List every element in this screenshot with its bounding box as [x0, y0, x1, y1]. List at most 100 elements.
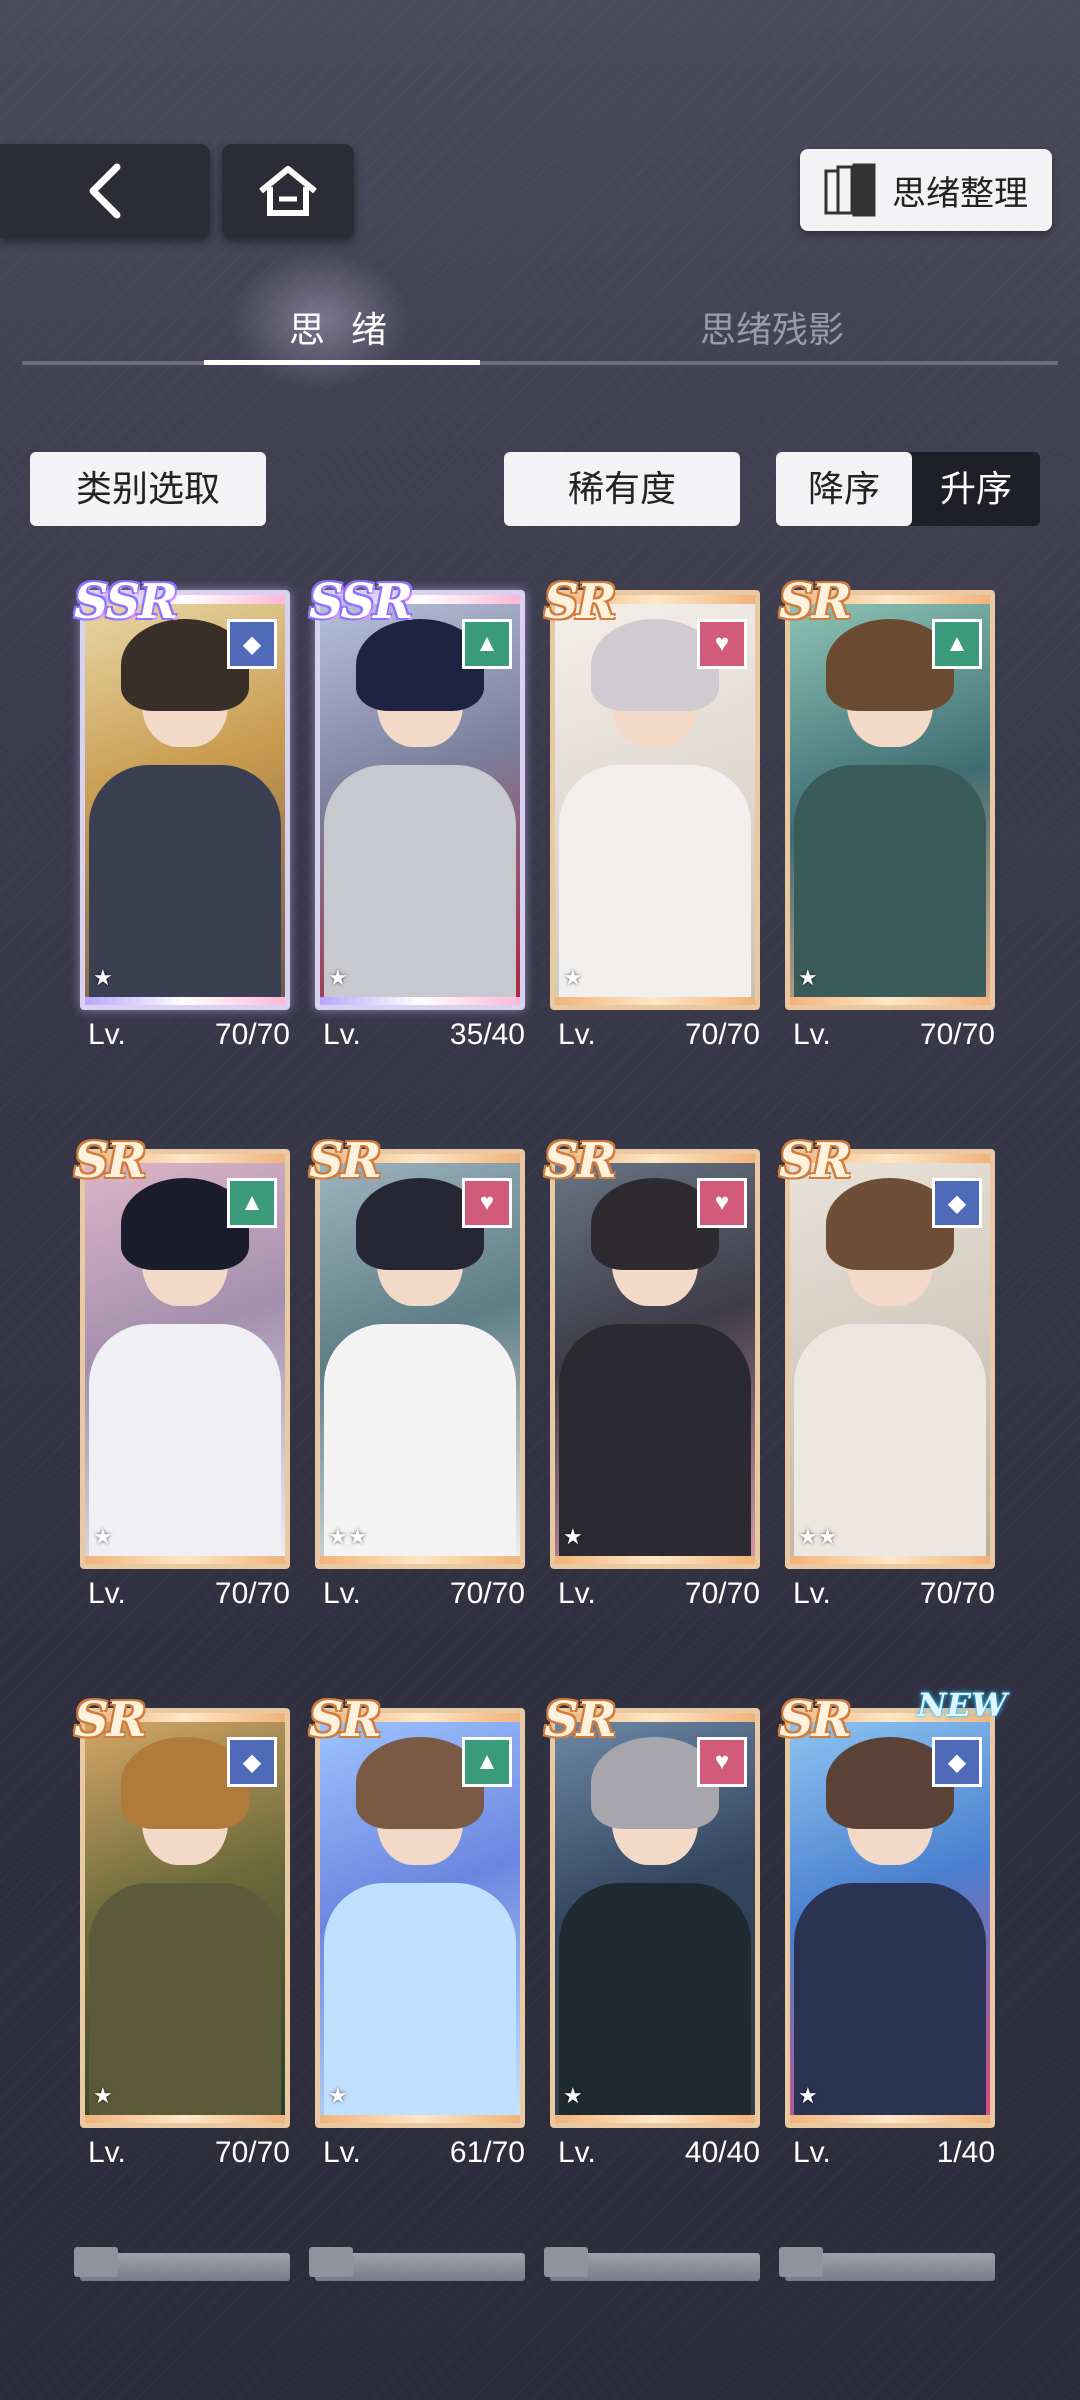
green-triangle-icon: ▲	[227, 1178, 277, 1228]
card-stars: ★★	[328, 1524, 368, 1549]
card-stars: ★	[563, 965, 583, 990]
card-art-frame: ◆ ★	[80, 590, 290, 1010]
memory-card[interactable]: ♥ ★★ SR Lv. 70/70	[309, 1133, 525, 1617]
rarity-badge: SR	[544, 1133, 617, 1189]
card-stars: ★	[93, 2083, 113, 2108]
card-art-frame: ▲ ★	[785, 590, 995, 1010]
rarity-badge: SR	[779, 1692, 852, 1748]
card-art-frame: ◆ ★	[785, 1708, 995, 2128]
level-label: Lv.	[558, 1577, 596, 1610]
blue-diamond-icon: ◆	[227, 619, 277, 669]
sort-descending-button[interactable]: 降序	[776, 452, 912, 526]
level-value: 40/40	[684, 2136, 760, 2169]
rarity-badge: SR	[779, 574, 852, 630]
tab-track	[22, 361, 1058, 365]
home-icon	[259, 166, 317, 216]
card-stars: ★	[798, 2083, 818, 2108]
level-label: Lv.	[88, 1018, 126, 1051]
back-button[interactable]	[0, 144, 210, 238]
pink-heart-icon: ♥	[462, 1178, 512, 1228]
memory-card[interactable]: ▲ ★ SR Lv. 70/70	[74, 1133, 290, 1617]
blue-diamond-icon: ◆	[932, 1178, 982, 1228]
blue-diamond-icon: ◆	[227, 1737, 277, 1787]
partial-card[interactable]	[309, 2247, 525, 2281]
card-art-frame: ▲ ★	[80, 1149, 290, 1569]
level-label: Lv.	[558, 2136, 596, 2169]
level-label: Lv.	[558, 1018, 596, 1051]
rarity-badge: SR	[544, 574, 617, 630]
level-value: 61/70	[449, 2136, 525, 2169]
level-value: 70/70	[214, 1577, 290, 1610]
memory-card[interactable]: ▲ ★ SR Lv. 61/70	[309, 1692, 525, 2176]
organize-button-label: 思绪整理	[892, 174, 1028, 213]
memory-card[interactable]: ▲ ★ SR Lv. 70/70	[779, 574, 995, 1058]
card-art-frame: ◆ ★★	[785, 1149, 995, 1569]
partial-card[interactable]	[779, 2247, 995, 2281]
memory-card[interactable]: ♥ ★ SR Lv. 70/70	[544, 1133, 760, 1617]
card-stars: ★	[328, 965, 348, 990]
tab-thoughts[interactable]: 思 绪	[204, 300, 480, 360]
rarity-badge: SR	[74, 1692, 147, 1748]
cards-stack-icon	[824, 163, 876, 217]
rarity-badge: SR	[779, 1133, 852, 1189]
pink-heart-icon: ♥	[697, 1737, 747, 1787]
level-value: 70/70	[919, 1018, 995, 1051]
level-label: Lv.	[323, 1018, 361, 1051]
sort-order-toggle: 降序 升序	[776, 452, 1040, 526]
partial-card[interactable]	[74, 2247, 290, 2281]
level-label: Lv.	[323, 1577, 361, 1610]
level-value: 70/70	[449, 1577, 525, 1610]
memory-card[interactable]: ♥ ★ SR Lv. 40/40	[544, 1692, 760, 2176]
green-triangle-icon: ▲	[462, 619, 512, 669]
card-stars: ★	[798, 965, 818, 990]
memory-card[interactable]: ◆ ★ SR Lv. 70/70	[74, 1692, 290, 2176]
level-value: 70/70	[214, 1018, 290, 1051]
pink-heart-icon: ♥	[697, 619, 747, 669]
rarity-badge: SR	[544, 1692, 617, 1748]
card-stars: ★	[563, 1524, 583, 1549]
rarity-badge: SR	[309, 1692, 382, 1748]
sort-ascending-button[interactable]: 升序	[912, 452, 1040, 526]
memory-card[interactable]: ▲ ★ SSR Lv. 35/40	[309, 574, 525, 1058]
category-filter-button[interactable]: 类别选取	[30, 452, 266, 526]
partial-card[interactable]	[544, 2247, 760, 2281]
memory-card[interactable]: ♥ ★ SR Lv. 70/70	[544, 574, 760, 1058]
card-art-frame: ♥ ★★	[315, 1149, 525, 1569]
green-triangle-icon: ▲	[932, 619, 982, 669]
level-value: 35/40	[449, 1018, 525, 1051]
level-label: Lv.	[793, 1577, 831, 1610]
blue-diamond-icon: ◆	[932, 1737, 982, 1787]
rarity-badge: SSR	[309, 574, 413, 630]
card-art-frame: ▲ ★	[315, 1708, 525, 2128]
memory-card[interactable]: ◆ ★ SR NEW Lv. 1/40	[779, 1686, 1007, 2176]
rarity-badge: SR	[74, 1133, 147, 1189]
level-value: 70/70	[919, 1577, 995, 1610]
memory-card[interactable]: ◆ ★ SSR Lv. 70/70	[74, 574, 290, 1058]
new-badge: NEW	[917, 1686, 1007, 1724]
level-value: 1/40	[936, 2136, 995, 2169]
rarity-sort-button[interactable]: 稀有度	[504, 452, 740, 526]
card-stars: ★	[93, 1524, 113, 1549]
card-art-frame: ♥ ★	[550, 1708, 760, 2128]
level-value: 70/70	[684, 1577, 760, 1610]
green-triangle-icon: ▲	[462, 1737, 512, 1787]
level-value: 70/70	[684, 1018, 760, 1051]
memory-card[interactable]: ◆ ★★ SR Lv. 70/70	[779, 1133, 995, 1617]
organize-button[interactable]: 思绪整理	[800, 149, 1052, 231]
level-label: Lv.	[88, 1577, 126, 1610]
rarity-badge: SR	[309, 1133, 382, 1189]
pink-heart-icon: ♥	[697, 1178, 747, 1228]
home-button[interactable]	[222, 144, 354, 238]
card-stars: ★★	[798, 1524, 838, 1549]
tab-active-indicator	[204, 360, 480, 365]
card-stars: ★	[328, 2083, 348, 2108]
back-chevron-icon	[89, 163, 121, 219]
level-value: 70/70	[214, 2136, 290, 2169]
card-art-frame: ♥ ★	[550, 1149, 760, 1569]
level-label: Lv.	[88, 2136, 126, 2169]
card-art-frame: ◆ ★	[80, 1708, 290, 2128]
tab-thought-afterimages[interactable]: 思绪残影	[602, 300, 942, 360]
rarity-badge: SSR	[74, 574, 178, 630]
level-label: Lv.	[323, 2136, 361, 2169]
level-label: Lv.	[793, 2136, 831, 2169]
